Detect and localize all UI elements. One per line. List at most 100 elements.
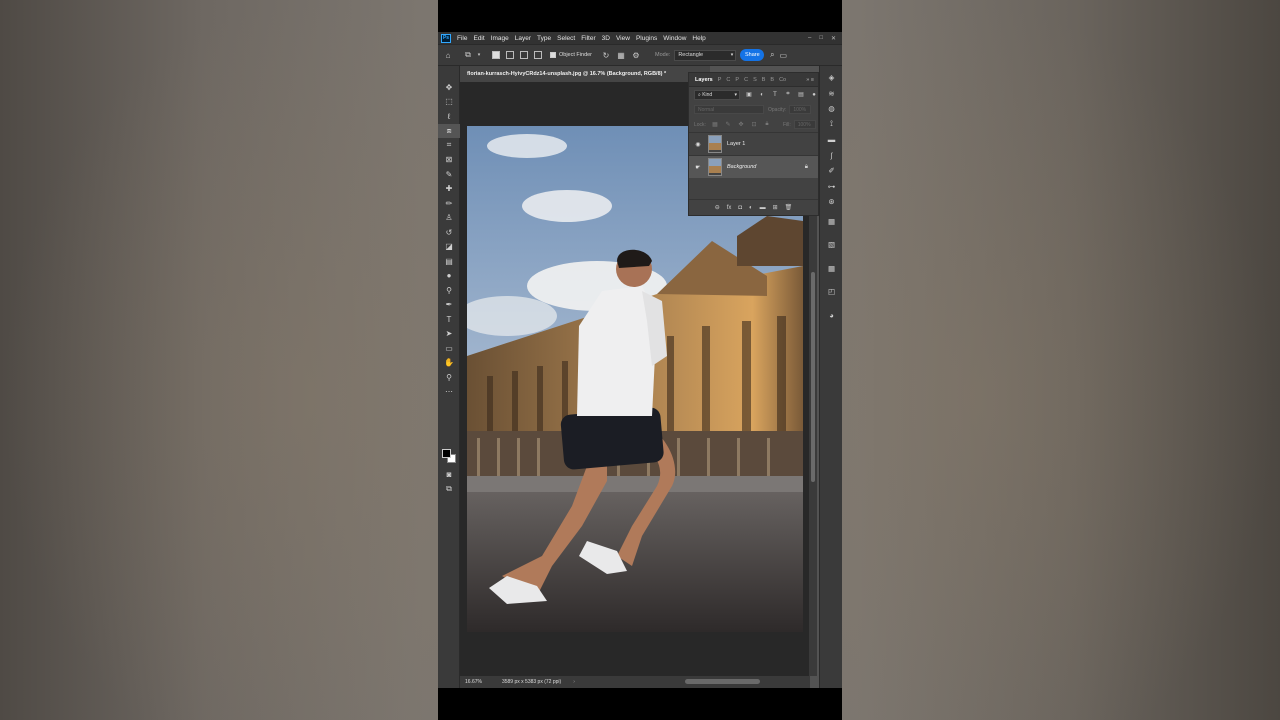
filter-kind-select[interactable]: ⌕ Kind ▾ (694, 89, 740, 100)
new-layer-icon[interactable]: ⊞ (773, 204, 778, 211)
tab-layers[interactable]: Layers (695, 77, 713, 83)
panel-menu-icon[interactable]: » ≡ (806, 77, 814, 83)
navigator-icon[interactable]: ◕ (820, 308, 842, 324)
fx-icon[interactable]: fx (727, 205, 732, 211)
home-icon[interactable]: ⌂ (443, 50, 453, 60)
tab-color[interactable]: C (744, 77, 748, 83)
eye-icon[interactable]: ◉ (691, 141, 705, 148)
pen-tool-icon[interactable]: ✒ (438, 298, 460, 313)
brushes-icon[interactable]: ✐ (820, 163, 842, 179)
adjustment-filter-icon[interactable]: ◐ (758, 91, 766, 99)
adjustment-layer-icon[interactable]: ◐ (749, 205, 753, 211)
lock-all-icon[interactable]: 🔒︎ (763, 121, 771, 129)
lock-transparent-icon[interactable]: ▦ (711, 121, 719, 129)
menu-select[interactable]: Select (557, 35, 575, 42)
table-icon[interactable]: ▦ (820, 214, 842, 230)
object-finder-checkbox[interactable] (550, 52, 556, 58)
menu-file[interactable]: File (457, 35, 467, 42)
quick-mask-icon[interactable]: ◙ (438, 467, 460, 482)
healing-brush-tool-icon[interactable]: ✚ (438, 182, 460, 197)
eraser-tool-icon[interactable]: ◪ (438, 240, 460, 255)
horizontal-scrollbar-thumb[interactable] (685, 679, 760, 684)
menu-view[interactable]: View (616, 35, 630, 42)
new-selection-icon[interactable] (492, 51, 500, 59)
lock-position-icon[interactable]: ✥ (737, 121, 745, 129)
show-all-objects-icon[interactable]: ▦ (616, 50, 626, 60)
chevron-down-icon[interactable]: ▾ (474, 50, 484, 60)
eyedropper-tool-icon[interactable]: ✎ (438, 167, 460, 182)
crop-tool-icon[interactable]: ⌗ (438, 138, 460, 153)
path-selection-tool-icon[interactable]: ➤ (438, 327, 460, 342)
subtract-from-selection-icon[interactable] (520, 51, 528, 59)
type-filter-icon[interactable]: T (771, 91, 779, 99)
clone-stamp-tool-icon[interactable]: ♙ (438, 211, 460, 226)
tab-brush-settings[interactable]: B (770, 77, 774, 83)
share-button[interactable]: Share (740, 49, 765, 61)
tool-preset-icon[interactable]: ⧉ (463, 50, 473, 60)
add-to-selection-icon[interactable] (506, 51, 514, 59)
paths-icon[interactable]: ⟟ (820, 117, 842, 133)
tab-channels[interactable]: C (726, 77, 730, 83)
gradient-tool-icon[interactable]: ▤ (438, 254, 460, 269)
layers-panel-icon[interactable]: ◈ (820, 70, 842, 86)
frame-tool-icon[interactable]: ⊠ (438, 153, 460, 168)
menu-filter[interactable]: Filter (581, 35, 595, 42)
menu-type[interactable]: Type (537, 35, 551, 42)
comments-icon[interactable]: ▬ (820, 132, 842, 148)
intersect-selection-icon[interactable] (534, 51, 542, 59)
gear-icon[interactable]: ⚙ (631, 50, 641, 60)
smart-object-filter-icon[interactable]: ▤ (797, 91, 805, 99)
layer-name[interactable]: Background (727, 164, 756, 170)
layer-row-layer-1[interactable]: ◉ Layer 1 (689, 132, 818, 155)
trash-icon[interactable]: 🗑︎ (785, 204, 793, 211)
mode-select[interactable]: Rectangle ▾ (674, 49, 737, 61)
foreground-color-swatch[interactable] (442, 449, 451, 458)
tab-swatches[interactable]: S (753, 77, 757, 83)
rectangle-tool-icon[interactable]: ▭ (438, 341, 460, 356)
hand-tool-icon[interactable]: ✋ (438, 356, 460, 371)
add-mask-icon[interactable]: ◘ (738, 205, 742, 211)
close-button[interactable]: ✕ (831, 35, 836, 42)
menu-help[interactable]: Help (692, 35, 705, 42)
tab-properties[interactable]: P (735, 77, 739, 83)
gradients-icon[interactable]: ▧ (820, 237, 842, 253)
menu-window[interactable]: Window (663, 35, 686, 42)
eye-icon[interactable]: ☛ (691, 164, 705, 171)
blend-mode-select[interactable]: Normal (694, 105, 764, 114)
workspace-icon[interactable]: ▭ (778, 50, 788, 60)
libraries-icon[interactable]: ⊛ (820, 194, 842, 210)
color-icon[interactable]: ◍ (820, 101, 842, 117)
new-group-icon[interactable]: ▬ (760, 205, 766, 211)
tab-brushes[interactable]: B (762, 77, 766, 83)
zoom-level[interactable]: 16.67% (465, 679, 482, 685)
status-menu-arrow-icon[interactable]: › (573, 679, 575, 685)
marquee-tool-icon[interactable]: ⬚ (438, 95, 460, 110)
link-layers-icon[interactable]: ⊖ (715, 204, 720, 211)
history-brush-tool-icon[interactable]: ↺ (438, 225, 460, 240)
lock-artboard-icon[interactable]: ⊡ (750, 121, 758, 129)
move-tool-icon[interactable]: ✥ (438, 80, 460, 95)
zoom-tool-icon[interactable]: ⚲ (438, 370, 460, 385)
opacity-field[interactable]: 100% (789, 105, 812, 114)
filter-toggle-icon[interactable]: ● (810, 91, 818, 99)
adjustments-icon[interactable]: ≋ (820, 86, 842, 102)
minimize-button[interactable]: – (808, 35, 811, 42)
pixel-filter-icon[interactable]: ▣ (745, 91, 753, 99)
menu-edit[interactable]: Edit (473, 35, 484, 42)
refresh-icon[interactable]: ↻ (601, 50, 611, 60)
maximize-button[interactable]: □ (819, 35, 823, 42)
fill-field[interactable]: 100% (793, 120, 816, 129)
layer-name[interactable]: Layer 1 (727, 141, 745, 147)
brush-tool-icon[interactable]: ✏ (438, 196, 460, 211)
type-tool-icon[interactable]: T (438, 312, 460, 327)
scrollbar-thumb[interactable] (811, 272, 815, 482)
brush-settings-icon[interactable]: ʃ (820, 148, 842, 164)
menu-layer[interactable]: Layer (515, 35, 531, 42)
shape-filter-icon[interactable]: ⌗ (784, 91, 792, 99)
lasso-tool-icon[interactable]: ℓ (438, 109, 460, 124)
lock-image-icon[interactable]: ✎ (724, 121, 732, 129)
tab-paths[interactable]: P (718, 77, 722, 83)
tab-comments[interactable]: Co (779, 77, 786, 83)
screen-mode-icon[interactable]: ⧉ (438, 482, 460, 497)
menu-3d[interactable]: 3D (602, 35, 610, 42)
